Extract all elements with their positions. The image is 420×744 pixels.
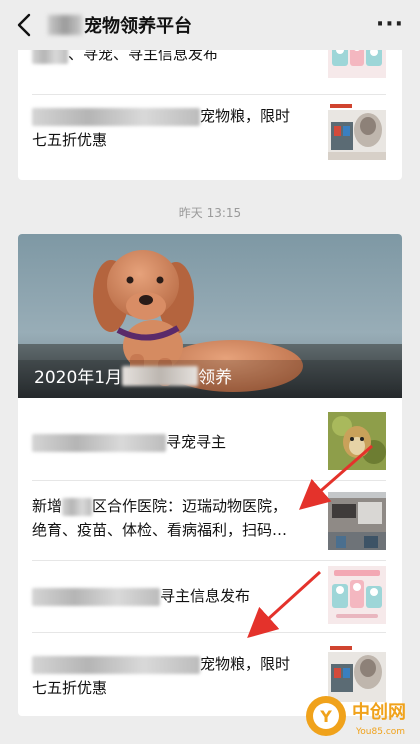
- divider: [32, 560, 386, 561]
- redacted-text: [32, 587, 160, 606]
- article-thumbnail: [328, 412, 386, 470]
- svg-text:Y: Y: [319, 707, 332, 726]
- article-item[interactable]: 新增 区合作医院：迈瑞动物医院， 绝育、疫苗、体检、看病福利，扫码…: [18, 486, 402, 556]
- article-title: 宠物粮，限时: [200, 107, 291, 125]
- redacted-text: [62, 497, 93, 516]
- article-title-line2: 绝育、疫苗、体检、看病福利，扫码…: [32, 521, 288, 539]
- redacted-text: [32, 433, 166, 452]
- article-item[interactable]: 寻宠寻主: [18, 404, 402, 476]
- article-item[interactable]: 宠物粮，限时 七五折优惠: [18, 102, 402, 172]
- hero-article[interactable]: 2020年1月 领养: [18, 234, 402, 398]
- redacted-text: [122, 365, 199, 386]
- article-title: 宠物粮，限时: [200, 655, 291, 673]
- redacted-name: [48, 15, 82, 35]
- article-title: 区合作医院：迈瑞动物医院，: [92, 497, 288, 515]
- page-title-text: 宠物领养平台: [84, 16, 192, 37]
- page-title: 宠物领养平台: [48, 12, 192, 38]
- article-thumbnail: [328, 492, 386, 550]
- divider: [32, 632, 386, 633]
- article-thumbnail: [328, 566, 386, 624]
- watermark-logo: Y 中创网 You85.com: [300, 688, 420, 744]
- article-card: 2020年1月 领养 寻宠寻主 新增 区合作医院：迈瑞动物医院， 绝育、疫苗、体检…: [18, 234, 402, 716]
- article-title-line2: 七五折优惠: [32, 131, 108, 149]
- divider: [32, 480, 386, 481]
- article-card-previous: 、寻宠、寻主信息发布 宠物粮，限时 七五折优惠: [18, 40, 402, 180]
- title-bar: 宠物领养平台 ···: [0, 0, 420, 50]
- hero-caption-text: 2020年1月: [34, 368, 123, 388]
- hero-caption: 2020年1月 领养: [34, 363, 232, 388]
- article-title-line2: 七五折优惠: [32, 679, 108, 697]
- article-title: 寻宠寻主: [166, 433, 227, 451]
- watermark-url: You85.com: [355, 727, 405, 737]
- hero-caption-text: 领养: [198, 368, 233, 388]
- more-icon[interactable]: ···: [376, 12, 404, 37]
- divider: [32, 94, 386, 95]
- redacted-text: [32, 655, 200, 674]
- watermark-brand: 中创网: [352, 701, 406, 723]
- timestamp: 昨天 13:15: [178, 206, 242, 220]
- article-title: 新增: [32, 497, 63, 515]
- back-arrow-icon[interactable]: [10, 10, 40, 40]
- article-title: 寻主信息发布: [160, 587, 251, 605]
- redacted-text: [32, 107, 200, 126]
- article-item[interactable]: 寻主信息发布: [18, 566, 402, 634]
- article-thumbnail: [328, 102, 386, 160]
